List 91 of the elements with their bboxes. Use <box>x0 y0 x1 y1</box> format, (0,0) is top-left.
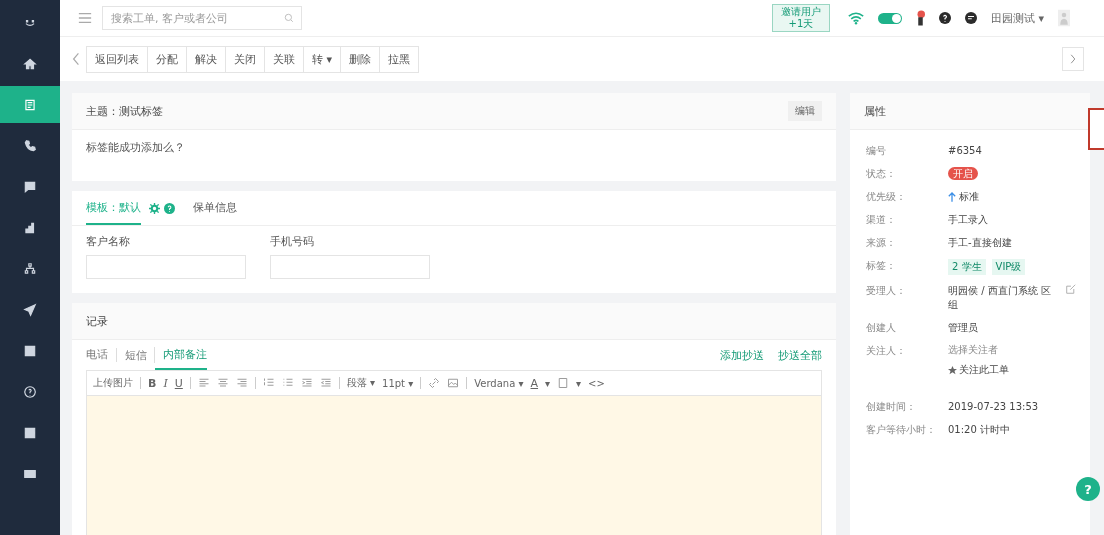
outdent-icon[interactable] <box>319 377 332 389</box>
editor-button[interactable]: ▾ <box>576 377 582 389</box>
property-label: 来源： <box>866 236 897 250</box>
toolbar-button[interactable]: 关联 <box>265 46 304 72</box>
toolbar-button[interactable]: 拉黑 <box>380 46 419 72</box>
star-icon <box>948 365 957 375</box>
search-icon[interactable] <box>284 13 294 23</box>
tag: 2 学生 <box>948 259 986 275</box>
gear-icon[interactable] <box>149 202 160 214</box>
editor-button[interactable]: 段落 ▾ <box>346 376 375 390</box>
property-value: 标准 <box>959 190 979 204</box>
indent-icon[interactable] <box>300 377 313 389</box>
field-label: 手机号码 <box>270 234 315 249</box>
help-icon[interactable] <box>938 12 951 24</box>
tag: VIP级 <box>991 259 1026 275</box>
property-label: 渠道： <box>866 213 897 227</box>
property-value: 01:20 计时中 <box>948 424 1010 435</box>
editor-button[interactable]: ▾ <box>545 377 551 389</box>
property-value: 2019-07-23 13:53 <box>948 401 1039 412</box>
description-text: 标签能成功添加么？ <box>85 140 186 156</box>
editor-button[interactable]: <> <box>588 377 605 389</box>
menu-icon[interactable] <box>78 11 92 25</box>
alignright-icon[interactable] <box>235 377 248 389</box>
editor-button[interactable]: 11pt ▾ <box>382 377 414 389</box>
avatar-icon[interactable] <box>1058 9 1070 27</box>
toolbar-button[interactable]: 分配 <box>148 46 187 72</box>
edit-icon[interactable] <box>1066 284 1076 294</box>
send-icon <box>23 302 37 317</box>
toolbar-button[interactable]: 转 ▾ <box>304 46 342 72</box>
bold-button[interactable]: B <box>148 376 157 390</box>
arrow-up-icon <box>948 192 956 202</box>
toolbar-button[interactable]: 删除 <box>341 46 381 72</box>
notification-icon[interactable] <box>915 9 925 27</box>
panel-title: 属性 <box>864 103 886 119</box>
link-icon[interactable] <box>428 377 441 389</box>
property-label: 关注人： <box>866 344 907 358</box>
search-field[interactable]: 搜索工单, 客户或者公司 <box>102 6 302 30</box>
org-icon <box>23 261 37 276</box>
help-icon <box>23 384 37 399</box>
subject-title: 主题：测试标签 <box>86 103 163 119</box>
property-label: 客户等待小时： <box>866 423 937 437</box>
record-tab[interactable]: 电话 <box>86 340 108 370</box>
ticket-icon <box>23 97 37 112</box>
property-label: 受理人： <box>866 284 907 298</box>
edit-button[interactable]: 编辑 <box>788 101 822 121</box>
field-label: 客户名称 <box>86 234 131 249</box>
font-color-button[interactable]: A <box>530 376 539 390</box>
underline-button[interactable]: U <box>174 376 183 390</box>
chat-icon[interactable] <box>964 12 977 24</box>
input-field[interactable] <box>270 255 430 279</box>
property-label: 标签： <box>866 259 897 273</box>
wifi-icon[interactable] <box>847 11 864 25</box>
toggle-switch[interactable] <box>877 12 902 24</box>
chevron-icon <box>1070 54 1076 64</box>
alignleft-icon[interactable] <box>197 377 210 389</box>
record-link[interactable]: 添加抄送 <box>720 347 764 363</box>
property-label: 优先级： <box>866 190 907 204</box>
home-icon <box>23 56 37 71</box>
toolbar-button[interactable]: 解决 <box>187 46 226 72</box>
toolbar-button[interactable]: 关闭 <box>226 46 265 72</box>
italic-button[interactable]: I <box>163 376 168 390</box>
bars-icon <box>23 220 37 235</box>
record-link[interactable]: 抄送全部 <box>778 347 822 363</box>
property-value: 管理员 <box>948 322 978 333</box>
input-field[interactable] <box>86 255 246 279</box>
chat-icon <box>23 179 37 194</box>
property-value: 手工-直接创建 <box>948 237 1012 248</box>
property-label: 编号 <box>866 144 887 158</box>
property-label: 创建时间： <box>866 400 917 414</box>
numbered-icon[interactable] <box>262 377 275 389</box>
section-title: 记录 <box>86 313 108 329</box>
editor-button[interactable]: 上传图片 <box>93 376 133 390</box>
back-icon[interactable] <box>72 52 80 66</box>
record-tab[interactable]: 短信 <box>116 348 147 362</box>
status-badge: 开启 <box>948 167 978 180</box>
property-label: 创建人 <box>866 321 897 335</box>
form-tab[interactable]: 保单信息 <box>193 191 237 225</box>
promo-badge[interactable]: 邀请用户 +1天 <box>771 4 830 32</box>
property-value: #6354 <box>948 145 982 156</box>
aligncenter-icon[interactable] <box>216 377 229 389</box>
image-icon[interactable] <box>447 377 460 389</box>
toolbar-button[interactable]: 返回列表 <box>87 46 148 72</box>
editor-button[interactable]: Verdana ▾ <box>474 377 524 389</box>
fill-icon[interactable] <box>557 377 570 389</box>
user-menu[interactable]: 田园测试 ▾ <box>990 10 1044 26</box>
property-value: 明园侯 / 西直门系统 区组 <box>948 284 1052 312</box>
phone-icon <box>23 138 37 153</box>
property-label: 状态： <box>866 167 897 181</box>
property-value: 手工录入 <box>948 214 988 225</box>
record-tab[interactable]: 内部备注 <box>155 340 207 370</box>
follow-link[interactable]: 关注此工单 <box>959 363 1009 377</box>
